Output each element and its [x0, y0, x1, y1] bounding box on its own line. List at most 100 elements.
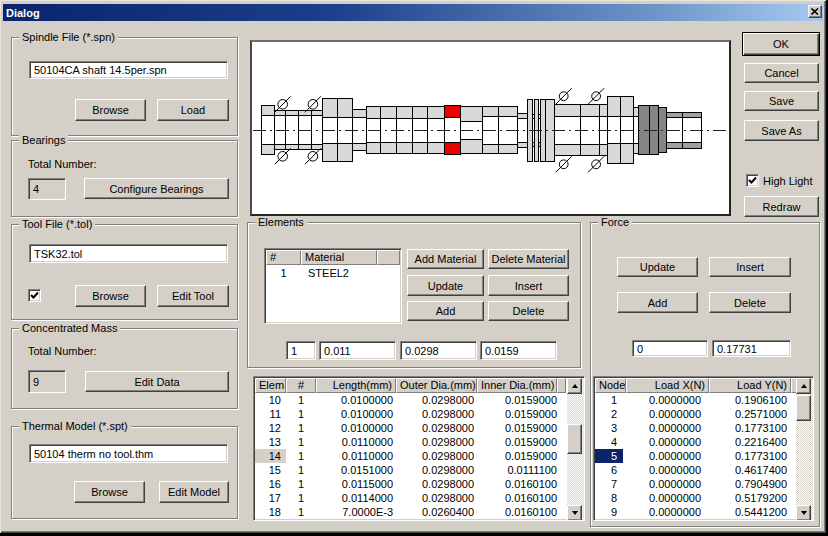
ok-button[interactable]: OK: [742, 32, 820, 56]
table-row[interactable]: 70.00000000.7904900: [595, 477, 791, 491]
delete-material-button[interactable]: Delete Material: [488, 249, 569, 269]
table-cell[interactable]: 1: [286, 435, 316, 449]
table-cell[interactable]: 11: [255, 407, 286, 421]
table-cell[interactable]: 9: [595, 505, 626, 519]
table-cell[interactable]: 1: [286, 491, 316, 505]
scroll-down-button[interactable]: [567, 505, 582, 521]
table-cell[interactable]: 0.0298000: [396, 407, 477, 421]
force-field-y[interactable]: 0.17731: [712, 340, 791, 357]
table-row[interactable]: 1110.01000000.02980000.0159000: [255, 407, 557, 421]
edit-tool-button[interactable]: Edit Tool: [157, 285, 229, 307]
edit-model-button[interactable]: Edit Model: [159, 481, 229, 503]
highlight-checkbox[interactable]: [746, 174, 759, 187]
force-table-scrollbar[interactable]: [796, 378, 813, 521]
table-cell[interactable]: 18: [255, 505, 286, 519]
table-cell[interactable]: 10: [255, 393, 286, 407]
redraw-button[interactable]: Redraw: [744, 196, 819, 217]
column-header[interactable]: Load Y(N): [709, 378, 791, 393]
table-cell[interactable]: 0.0159000: [477, 407, 557, 421]
table-cell[interactable]: 0.0260400: [396, 505, 477, 519]
table-cell[interactable]: 5: [595, 449, 626, 463]
table-row[interactable]: 1510.01510000.02980000.0111100: [255, 463, 557, 477]
table-cell[interactable]: 0.0159000: [477, 435, 557, 449]
table-cell[interactable]: 0.0298000: [396, 491, 477, 505]
table-cell[interactable]: STEEL2: [301, 266, 377, 280]
table-cell[interactable]: 8: [595, 491, 626, 505]
scroll-thumb[interactable]: [796, 395, 811, 421]
column-header[interactable]: #: [266, 250, 301, 265]
thermal-model-input[interactable]: 50104 therm no tool.thm: [29, 444, 228, 463]
table-cell[interactable]: 16: [255, 477, 286, 491]
table-cell[interactable]: 0.0110000: [316, 435, 396, 449]
add-material-button[interactable]: Add Material: [407, 249, 484, 269]
force-insert-button[interactable]: Insert: [709, 257, 791, 277]
table-cell[interactable]: 0.5441200: [709, 505, 791, 519]
element-delete-button[interactable]: Delete: [488, 301, 569, 321]
force-delete-button[interactable]: Delete: [709, 292, 791, 313]
bearings-total-input[interactable]: 4: [28, 178, 66, 200]
tool-browse-button[interactable]: Browse: [75, 285, 146, 307]
column-header[interactable]: Elem: [255, 378, 286, 393]
save-button[interactable]: Save: [744, 91, 819, 111]
table-cell[interactable]: 0.0298000: [396, 421, 477, 435]
element-insert-button[interactable]: Insert: [488, 275, 569, 296]
column-header[interactable]: [377, 250, 400, 265]
table-row[interactable]: 10.00000000.1906100: [595, 393, 791, 407]
edit-data-button[interactable]: Edit Data: [85, 371, 229, 392]
element-update-button[interactable]: Update: [407, 275, 484, 296]
scroll-up-button[interactable]: [567, 378, 582, 394]
close-button[interactable]: [808, 5, 822, 18]
table-cell[interactable]: 0.1773100: [709, 449, 791, 463]
table-cell[interactable]: 0.0000000: [626, 407, 709, 421]
table-cell[interactable]: 0.0159000: [477, 393, 557, 407]
column-header[interactable]: Load X(N): [626, 378, 709, 393]
table-row[interactable]: 40.00000000.2216400: [595, 435, 791, 449]
force-field-x[interactable]: 0: [632, 340, 708, 357]
table-cell[interactable]: 2: [595, 407, 626, 421]
column-header[interactable]: [557, 378, 566, 393]
table-cell[interactable]: 0.0115000: [316, 477, 396, 491]
tool-checkbox[interactable]: [28, 289, 41, 302]
table-row[interactable]: 1710.01140000.02980000.0160100: [255, 491, 557, 505]
table-cell[interactable]: 0.0111100: [477, 463, 557, 477]
cancel-button[interactable]: Cancel: [744, 63, 819, 83]
element-field-inner[interactable]: 0.0159: [480, 341, 557, 360]
spindle-load-button[interactable]: Load: [157, 99, 229, 121]
table-cell[interactable]: 0.0151000: [316, 463, 396, 477]
table-row[interactable]: 50.00000000.1773100: [595, 449, 791, 463]
table-cell[interactable]: 0.2216400: [709, 435, 791, 449]
table-cell[interactable]: 0.5179200: [709, 491, 791, 505]
table-cell[interactable]: 0.1906100: [709, 393, 791, 407]
table-cell[interactable]: 0.0159000: [477, 449, 557, 463]
table-row[interactable]: 80.00000000.5179200: [595, 491, 791, 505]
table-cell[interactable]: 6: [595, 463, 626, 477]
element-field-outer[interactable]: 0.0298: [400, 341, 477, 360]
table-cell[interactable]: 0.0298000: [396, 463, 477, 477]
column-header[interactable]: #: [286, 378, 316, 393]
table-cell[interactable]: 0.7904900: [709, 477, 791, 491]
table-cell[interactable]: 12: [255, 421, 286, 435]
spindle-browse-button[interactable]: Browse: [75, 99, 146, 121]
column-header[interactable]: Outer Dia.(mm): [396, 378, 477, 393]
element-field-length[interactable]: 0.011: [319, 341, 396, 360]
table-cell[interactable]: 0.0160100: [477, 477, 557, 491]
table-cell[interactable]: 7.0000E-3: [316, 505, 396, 519]
column-header[interactable]: Material: [301, 250, 377, 265]
table-cell[interactable]: 13: [255, 435, 286, 449]
force-add-button[interactable]: Add: [617, 292, 698, 313]
table-row[interactable]: 1210.01000000.02980000.0159000: [255, 421, 557, 435]
tool-file-input[interactable]: TSK32.tol: [29, 244, 228, 263]
table-cell[interactable]: 0.0114000: [316, 491, 396, 505]
force-update-button[interactable]: Update: [617, 257, 698, 277]
table-cell[interactable]: 15: [255, 463, 286, 477]
element-field-num[interactable]: 1: [286, 341, 316, 360]
table-cell[interactable]: 1: [286, 449, 316, 463]
table-cell[interactable]: 0.0160100: [477, 491, 557, 505]
table-cell[interactable]: 4: [595, 435, 626, 449]
material-list[interactable]: #Material 1STEEL2: [264, 248, 402, 324]
table-cell[interactable]: 0.0100000: [316, 421, 396, 435]
table-row[interactable]: 20.00000000.2571000: [595, 407, 791, 421]
spindle-file-input[interactable]: 50104CA shaft 14.5per.spn: [29, 61, 228, 79]
scroll-down-button[interactable]: [796, 505, 811, 521]
table-cell[interactable]: 0.0298000: [396, 393, 477, 407]
